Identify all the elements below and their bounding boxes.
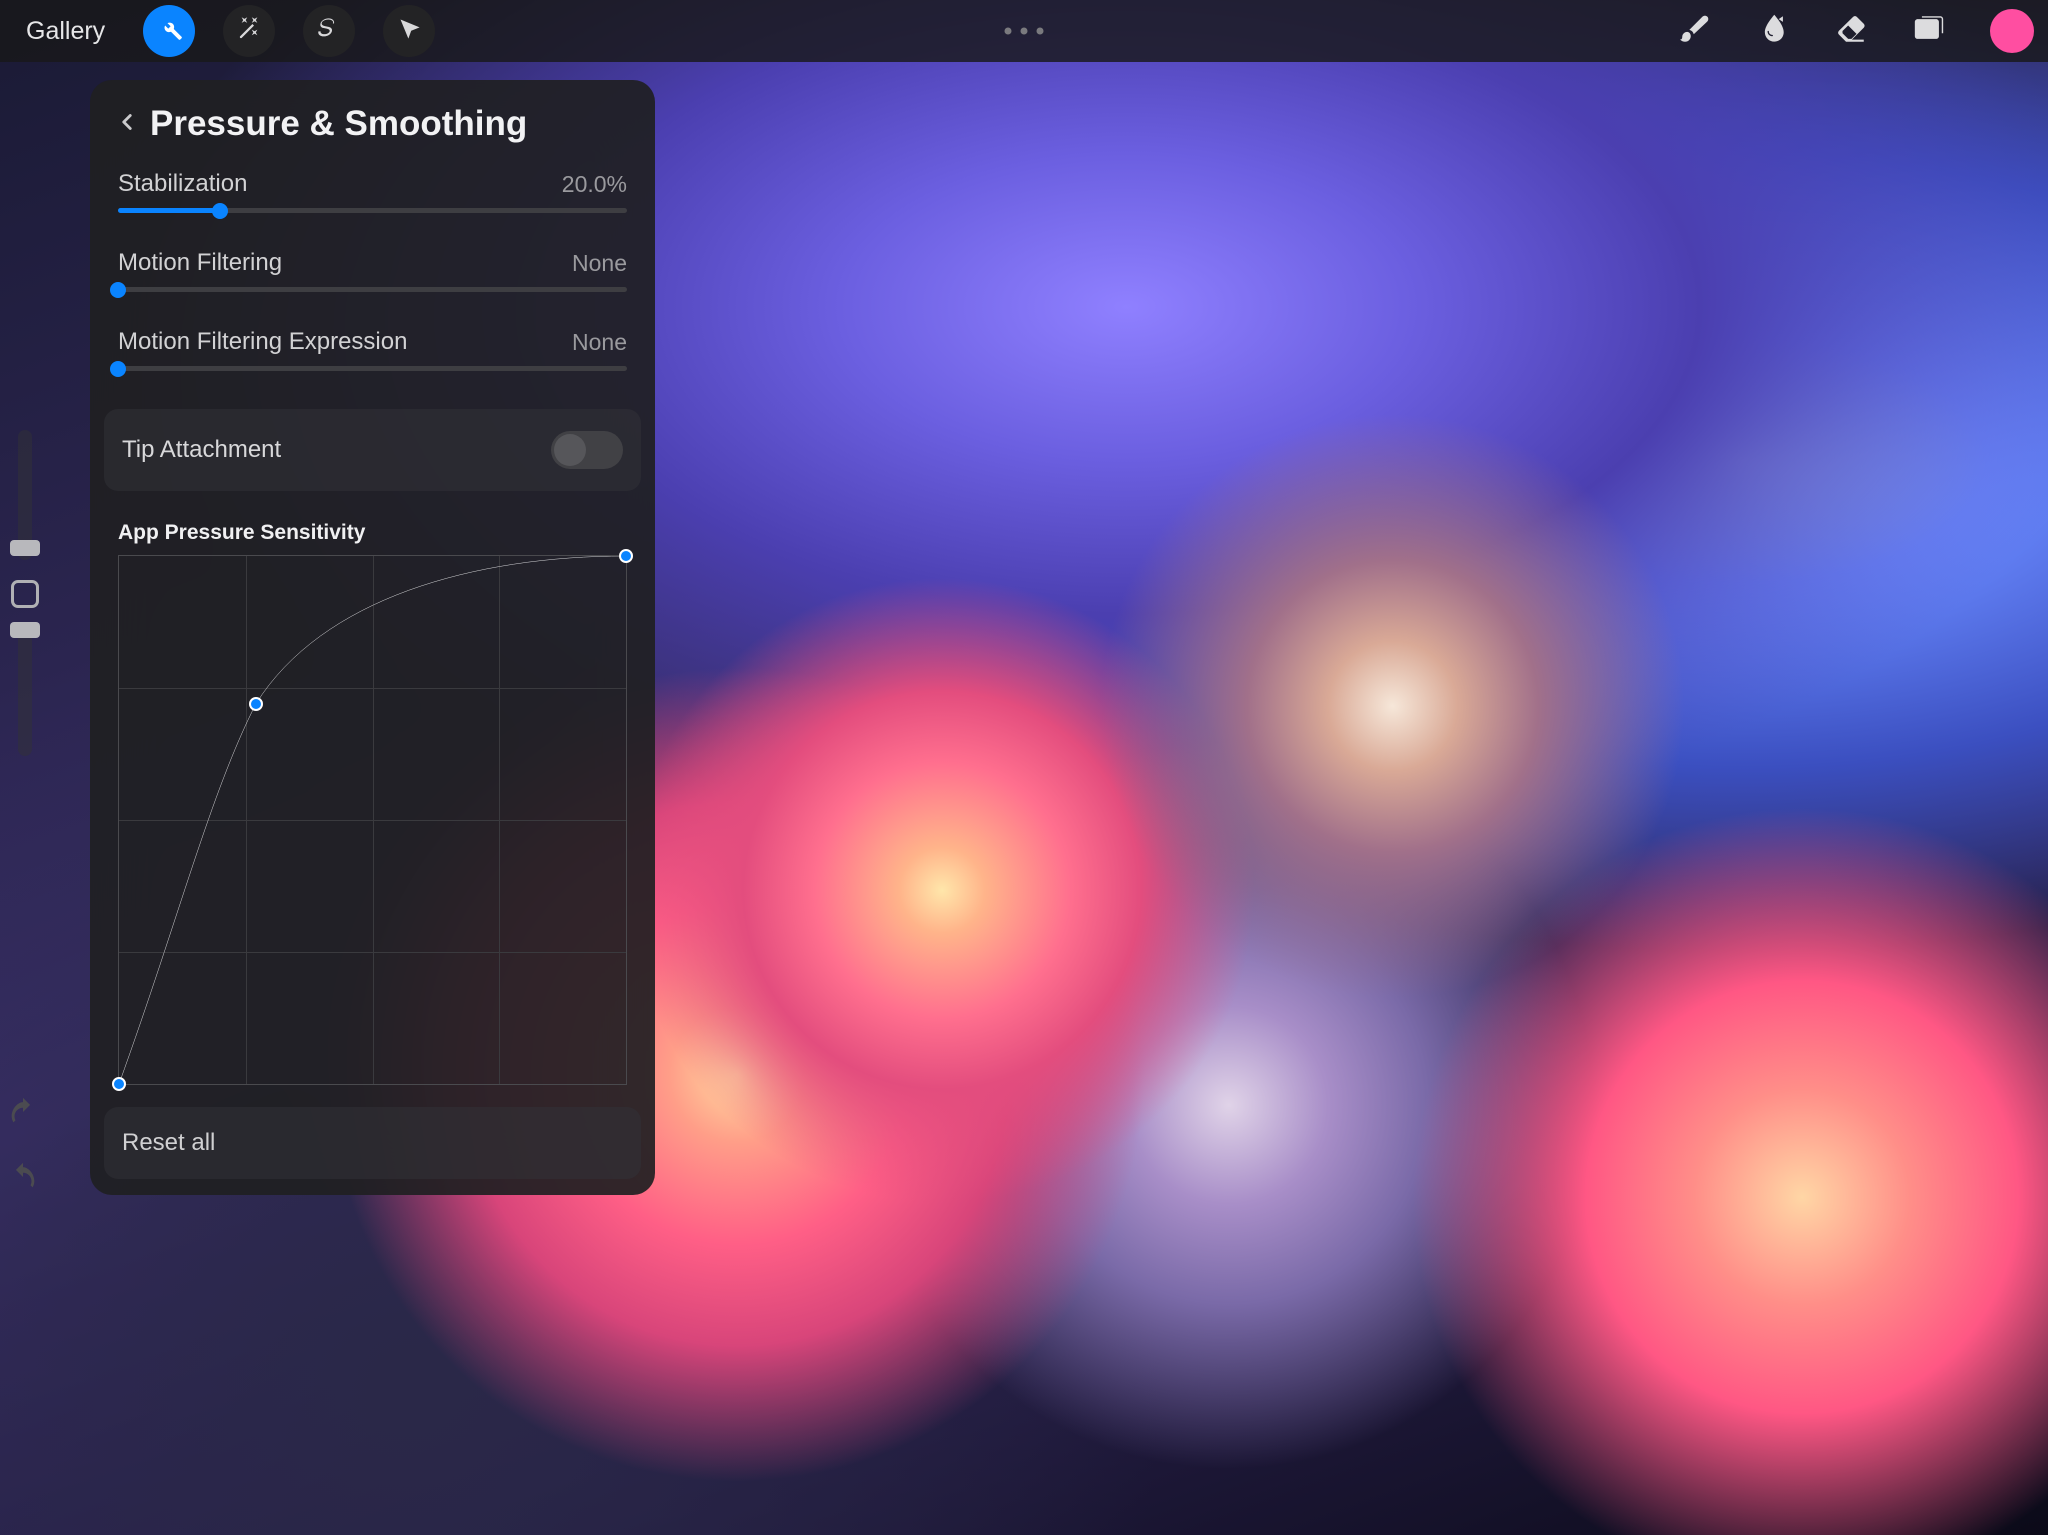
pressure-smoothing-popover: Pressure & Smoothing Stabilization 20.0%… — [90, 80, 655, 1195]
undo-icon[interactable] — [6, 1095, 40, 1134]
slider-thumb[interactable] — [110, 282, 126, 298]
adjustments-wand-button[interactable] — [223, 5, 275, 57]
transform-button[interactable] — [383, 5, 435, 57]
smudge-icon[interactable] — [1756, 12, 1790, 51]
curve-handle-mid[interactable] — [249, 697, 263, 711]
curve-path — [119, 556, 626, 1084]
cursor-arrow-icon — [396, 15, 423, 47]
back-chevron-icon[interactable] — [114, 109, 140, 140]
stabilization-slider[interactable] — [118, 208, 627, 213]
brush-icon[interactable] — [1678, 12, 1712, 51]
selection-button[interactable] — [303, 5, 355, 57]
actions-wrench-button[interactable] — [143, 5, 195, 57]
slider-thumb[interactable] — [212, 203, 228, 219]
opacity-slider[interactable] — [18, 626, 32, 756]
motion-filtering-slider[interactable] — [118, 287, 627, 292]
slider-thumb[interactable] — [110, 361, 126, 377]
eraser-icon[interactable] — [1834, 12, 1868, 51]
popover-title: Pressure & Smoothing — [150, 104, 527, 144]
curve-section-title: App Pressure Sensitivity — [90, 491, 655, 555]
curve-handle-start[interactable] — [112, 1077, 126, 1091]
gallery-button[interactable]: Gallery — [14, 17, 117, 46]
opacity-thumb[interactable] — [10, 622, 40, 638]
curve-handle-end[interactable] — [619, 549, 633, 563]
motion-filtering-expression-slider-row: Motion Filtering Expression None — [90, 322, 655, 379]
layers-icon[interactable] — [1912, 12, 1946, 51]
multitask-dots[interactable] — [1005, 28, 1044, 35]
popover-header: Pressure & Smoothing — [90, 98, 655, 164]
stabilization-slider-row: Stabilization 20.0% — [90, 164, 655, 221]
selection-s-icon — [316, 15, 343, 47]
brush-size-slider[interactable] — [18, 430, 32, 560]
motion-filtering-slider-row: Motion Filtering None — [90, 243, 655, 300]
tip-attachment-toggle[interactable] — [551, 431, 623, 469]
slider-value: None — [572, 329, 627, 356]
redo-icon[interactable] — [6, 1160, 40, 1199]
brush-size-thumb[interactable] — [10, 540, 40, 556]
color-swatch[interactable] — [1990, 9, 2034, 53]
modify-button[interactable] — [11, 580, 39, 608]
slider-label: Stabilization — [118, 170, 247, 198]
top-toolbar: Gallery — [0, 0, 2048, 62]
slider-label: Motion Filtering — [118, 249, 282, 277]
tip-attachment-row: Tip Attachment — [104, 409, 641, 491]
reset-all-button[interactable]: Reset all — [104, 1107, 641, 1179]
wrench-icon — [156, 15, 183, 47]
slider-label: Motion Filtering Expression — [118, 328, 407, 356]
slider-value: 20.0% — [562, 171, 627, 198]
wand-icon — [236, 15, 263, 47]
motion-filtering-expression-slider[interactable] — [118, 366, 627, 371]
toggle-label: Tip Attachment — [122, 436, 281, 464]
left-sliders-rail — [0, 430, 50, 756]
undo-redo-group — [6, 1095, 40, 1199]
tool-group-right — [1678, 9, 2034, 53]
pressure-curve-editor[interactable] — [118, 555, 627, 1085]
slider-value: None — [572, 250, 627, 277]
tool-group-left — [143, 5, 435, 57]
